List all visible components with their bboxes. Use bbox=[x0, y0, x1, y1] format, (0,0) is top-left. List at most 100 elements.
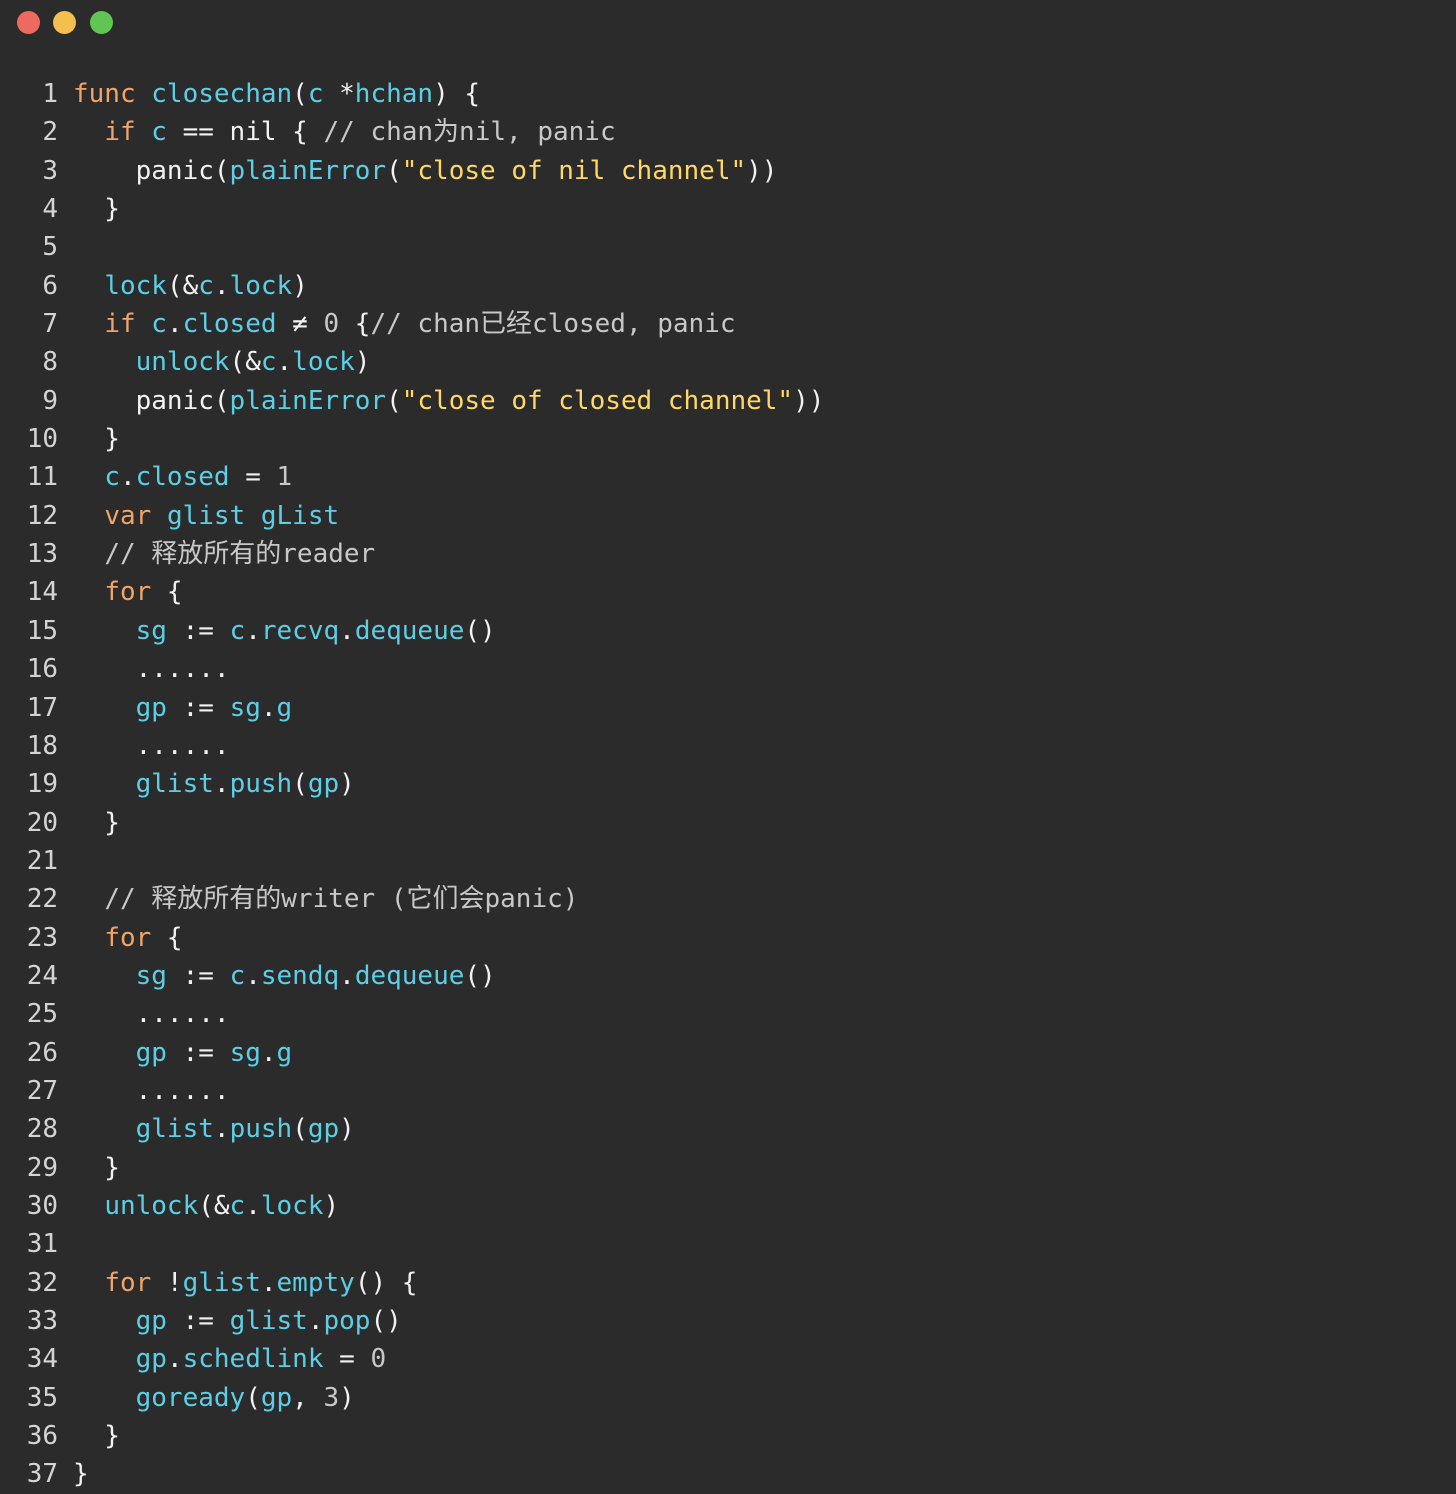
line-number: 8 bbox=[42, 347, 58, 378]
code-line[interactable]: 16 ...... bbox=[0, 650, 1456, 688]
code-token: . bbox=[260, 1037, 277, 1068]
code-line[interactable]: 14 for { bbox=[0, 573, 1456, 611]
code-token: c bbox=[104, 462, 120, 493]
code-line[interactable]: 27 ...... bbox=[0, 1072, 1456, 1110]
code-line[interactable]: 12 var glist gList bbox=[0, 497, 1456, 535]
code-token: sg bbox=[135, 960, 167, 991]
code-line[interactable]: 22 // 释放所有的writer (它们会panic) bbox=[0, 880, 1456, 918]
code-line[interactable]: 24 sg := c.sendq.dequeue() bbox=[0, 957, 1456, 995]
code-line[interactable]: 7 if c.closed ≠ 0 {// chan已经closed, pani… bbox=[0, 305, 1456, 343]
code-line[interactable]: 20 } bbox=[0, 804, 1456, 842]
code-text: glist.push(gp) bbox=[73, 769, 355, 799]
code-line[interactable]: 36 } bbox=[0, 1417, 1456, 1455]
code-token: // 释放所有的writer (它们会panic) bbox=[104, 884, 579, 915]
code-token: . bbox=[260, 1267, 277, 1298]
code-token: glist bbox=[135, 769, 214, 800]
code-token: // 释放所有的reader bbox=[104, 539, 376, 570]
code-text: // 释放所有的writer (它们会panic) bbox=[73, 884, 578, 914]
code-token: 1 bbox=[276, 462, 293, 493]
code-token: pop bbox=[323, 1306, 371, 1336]
code-line[interactable]: 13 // 释放所有的reader bbox=[0, 535, 1456, 573]
code-token: . bbox=[245, 960, 261, 991]
line-number: 18 bbox=[26, 730, 58, 761]
code-line[interactable]: 4 } bbox=[0, 190, 1456, 228]
code-line[interactable]: 33 gp := glist.pop() bbox=[0, 1302, 1456, 1340]
code-line[interactable]: 15 sg := c.recvq.dequeue() bbox=[0, 612, 1456, 650]
code-line[interactable]: 17 gp := sg.g bbox=[0, 689, 1456, 727]
code-line[interactable]: 29 } bbox=[0, 1149, 1456, 1187]
code-line[interactable]: 28 glist.push(gp) bbox=[0, 1110, 1456, 1148]
code-token: } bbox=[73, 194, 120, 225]
code-line[interactable]: 34 gp.schedlink = 0 bbox=[0, 1340, 1456, 1378]
title-bar bbox=[0, 0, 1456, 46]
code-token: . bbox=[339, 615, 355, 646]
code-token: recvq bbox=[260, 615, 340, 646]
code-token: gp bbox=[307, 769, 340, 800]
code-token: c bbox=[307, 79, 324, 109]
code-line[interactable]: 1 func closechan(c *hchan) { bbox=[0, 75, 1456, 113]
code-text: for !glist.empty() { bbox=[73, 1268, 417, 1298]
line-number: 21 bbox=[26, 845, 58, 876]
code-line[interactable]: 37} bbox=[0, 1455, 1456, 1493]
code-token: c bbox=[229, 615, 246, 646]
code-token: g bbox=[276, 1037, 293, 1068]
code-token: g bbox=[276, 692, 293, 723]
code-text: panic(plainError("close of nil channel")… bbox=[73, 156, 778, 186]
code-token: . bbox=[260, 692, 277, 723]
line-number: 7 bbox=[42, 309, 58, 340]
minimize-window-button[interactable] bbox=[53, 11, 76, 34]
code-editor[interactable]: 1 func closechan(c *hchan) {2 if c == nil… bbox=[0, 75, 1456, 1494]
code-token: * bbox=[323, 79, 355, 109]
code-token: } bbox=[73, 807, 120, 838]
line-number: 36 bbox=[26, 1421, 58, 1452]
line-number: 12 bbox=[26, 500, 58, 531]
code-token: ( bbox=[386, 385, 402, 416]
code-text: } bbox=[73, 808, 120, 838]
close-window-button[interactable] bbox=[17, 11, 40, 34]
code-token: ...... bbox=[73, 730, 230, 761]
code-token: = bbox=[323, 1344, 371, 1375]
code-line[interactable]: 10 } bbox=[0, 420, 1456, 458]
line-number: 35 bbox=[26, 1382, 58, 1413]
code-line[interactable]: 21 bbox=[0, 842, 1456, 880]
code-line[interactable]: 31 bbox=[0, 1225, 1456, 1263]
line-number: 9 bbox=[42, 385, 58, 416]
code-line[interactable]: 30 unlock(&c.lock) bbox=[0, 1187, 1456, 1225]
code-token: panic( bbox=[73, 385, 230, 416]
line-number: 3 bbox=[42, 155, 58, 186]
code-line[interactable]: 32 for !glist.empty() { bbox=[0, 1264, 1456, 1302]
code-text: glist.push(gp) bbox=[73, 1114, 355, 1144]
code-line[interactable]: 25 ...... bbox=[0, 995, 1456, 1033]
code-line[interactable]: 19 glist.push(gp) bbox=[0, 765, 1456, 803]
maximize-window-button[interactable] bbox=[90, 11, 113, 34]
code-token: lock bbox=[260, 1190, 324, 1221]
code-token: := bbox=[166, 1306, 230, 1336]
line-number: 11 bbox=[26, 462, 58, 493]
code-line[interactable]: 23 for { bbox=[0, 919, 1456, 957]
code-token: gp bbox=[260, 1382, 293, 1413]
code-token: sg bbox=[135, 615, 167, 646]
code-line[interactable]: 6 lock(&c.lock) bbox=[0, 267, 1456, 305]
code-token: ) bbox=[354, 347, 371, 378]
line-number: 4 bbox=[42, 194, 58, 225]
code-line[interactable]: 3 panic(plainError("close of nil channel… bbox=[0, 152, 1456, 190]
code-line[interactable]: 11 c.closed = 1 bbox=[0, 458, 1456, 496]
code-line[interactable]: 9 panic(plainError("close of closed chan… bbox=[0, 382, 1456, 420]
code-token: closechan bbox=[151, 79, 293, 109]
code-token: (& bbox=[166, 270, 199, 301]
code-line[interactable]: 5 bbox=[0, 228, 1456, 266]
code-token: ( bbox=[292, 769, 308, 800]
code-line[interactable]: 18 ...... bbox=[0, 727, 1456, 765]
code-line[interactable]: 26 gp := sg.g bbox=[0, 1034, 1456, 1072]
code-token: plainError bbox=[229, 385, 387, 416]
code-token: } bbox=[73, 1459, 89, 1490]
code-line[interactable]: 2 if c == nil { // chan为nil, panic bbox=[0, 113, 1456, 151]
code-line[interactable]: 8 unlock(&c.lock) bbox=[0, 343, 1456, 381]
code-token: := bbox=[166, 615, 230, 646]
code-line[interactable]: 35 goready(gp, 3) bbox=[0, 1379, 1456, 1417]
